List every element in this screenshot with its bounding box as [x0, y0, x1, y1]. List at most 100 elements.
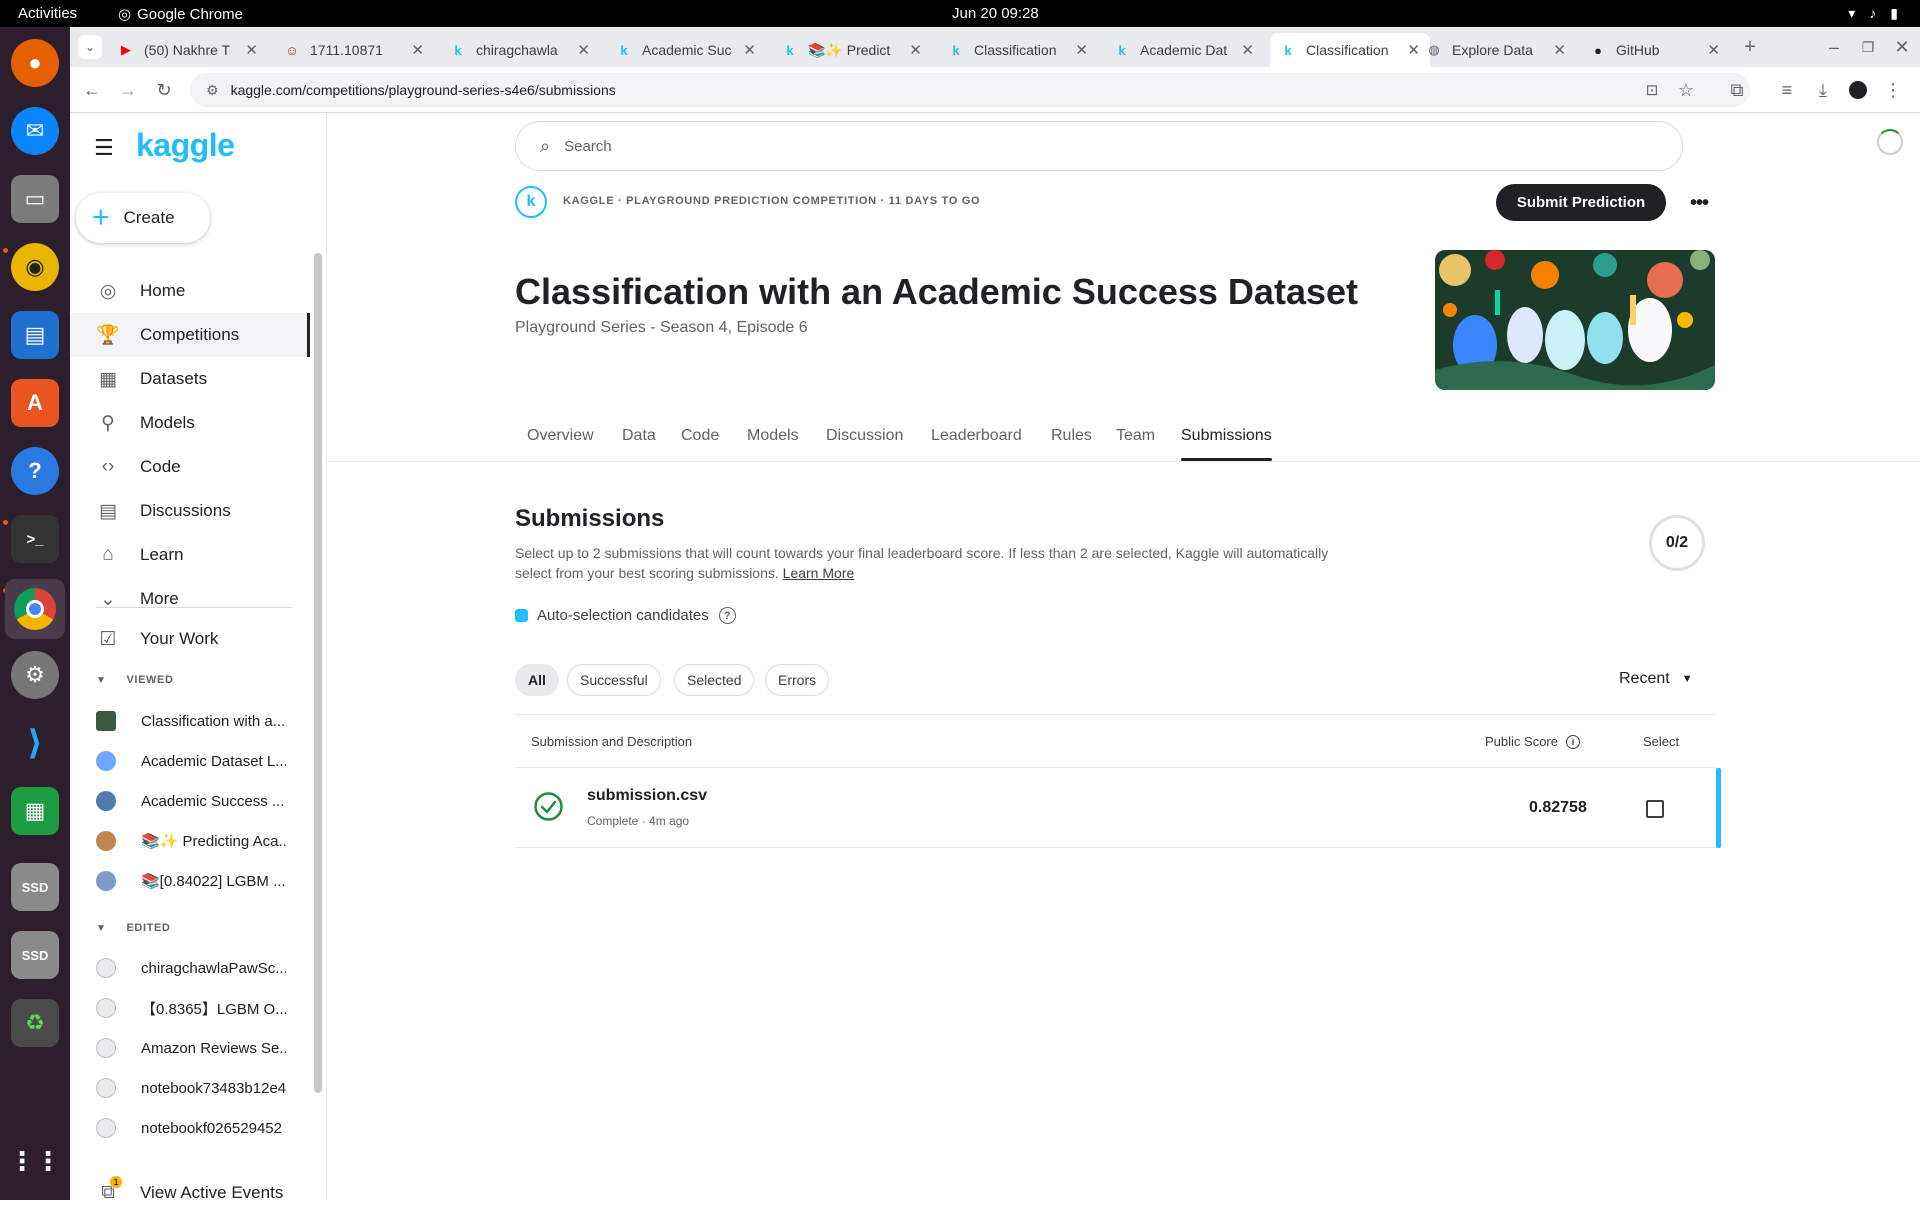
profile-progress-icon[interactable]: [1877, 129, 1903, 155]
more-options-icon[interactable]: •••: [1684, 188, 1714, 218]
trash-icon[interactable]: ♻: [11, 999, 59, 1047]
browser-tab[interactable]: ◍ Explore Data ✕: [1416, 33, 1576, 67]
chrome-dock-icon[interactable]: [5, 579, 65, 639]
tab-team[interactable]: Team: [1116, 427, 1155, 445]
restore-icon[interactable]: ❐: [1856, 35, 1880, 59]
close-tab-icon[interactable]: ✕: [1241, 41, 1254, 59]
viewed-item[interactable]: Academic Dataset L...: [96, 746, 316, 776]
tab-overview[interactable]: Overview: [527, 427, 594, 445]
filter-chip-all[interactable]: All: [515, 664, 559, 696]
sidebar-item-discussions[interactable]: ▤ Discussions: [70, 489, 310, 533]
close-tab-icon[interactable]: ✕: [577, 41, 590, 59]
browser-tab[interactable]: k 📚✨ Predict ✕: [772, 33, 932, 67]
extensions-icon[interactable]: ⧉: [1725, 78, 1749, 102]
edited-item[interactable]: 【0.8365】LGBM O...: [96, 993, 316, 1023]
close-window-icon[interactable]: ✕: [1890, 35, 1914, 59]
browser-tab[interactable]: k Academic Suc ✕: [606, 33, 766, 67]
submit-prediction-button[interactable]: Submit Prediction: [1496, 184, 1666, 221]
install-app-icon[interactable]: ⊡: [1640, 78, 1664, 102]
viewed-item[interactable]: Academic Success ...: [96, 786, 316, 816]
vscode-icon[interactable]: ⟩: [11, 719, 59, 767]
viewed-section-header[interactable]: ▼ VIEWED: [96, 674, 174, 686]
tab-leaderboard[interactable]: Leaderboard: [931, 427, 1022, 445]
ssd-drive-icon[interactable]: SSD: [11, 931, 59, 979]
help-icon[interactable]: ?: [718, 607, 736, 624]
close-tab-icon[interactable]: ✕: [245, 41, 258, 59]
viewed-item[interactable]: Classification with a...: [96, 706, 316, 736]
browser-tab[interactable]: k Classification ✕: [938, 33, 1098, 67]
sidebar-item-competitions[interactable]: 🏆 Competitions: [70, 313, 310, 357]
browser-tab[interactable]: ● GitHub ✕: [1580, 33, 1730, 67]
info-icon[interactable]: i: [1565, 734, 1580, 749]
select-checkbox[interactable]: [1646, 800, 1664, 818]
tab-submissions[interactable]: Submissions: [1181, 427, 1272, 461]
browser-tab[interactable]: k chiragchawla ✕: [440, 33, 600, 67]
kaggle-logo[interactable]: kaggle: [136, 127, 235, 164]
sidebar-item-more[interactable]: ⌄ More: [70, 577, 310, 621]
tab-rules[interactable]: Rules: [1051, 427, 1092, 445]
address-bar[interactable]: ⚙ kaggle.com/competitions/playground-ser…: [190, 73, 1750, 107]
tab-code[interactable]: Code: [681, 427, 719, 445]
search-input[interactable]: ⌕ Search: [515, 121, 1683, 171]
site-info-icon[interactable]: ⚙: [206, 82, 219, 99]
system-tray[interactable]: ▾ ♪ ▮: [1848, 5, 1898, 22]
viewed-item[interactable]: 📚[0.84022] LGBM ...: [96, 866, 316, 896]
filter-chip-successful[interactable]: Successful: [567, 664, 661, 696]
edited-item[interactable]: notebook73483b12e4: [96, 1073, 316, 1103]
sidebar-item-code[interactable]: ‹› Code: [70, 445, 310, 489]
thunderbird-icon[interactable]: ✉: [11, 107, 59, 155]
hamburger-menu-icon[interactable]: ☰: [94, 135, 114, 161]
show-apps-icon[interactable]: ⋮⋮: [9, 1137, 61, 1185]
submission-filename[interactable]: submission.csv: [587, 787, 707, 805]
sidebar-item-models[interactable]: ⚲ Models: [70, 401, 310, 445]
ssd-drive-icon[interactable]: SSD: [11, 863, 59, 911]
filter-chip-selected[interactable]: Selected: [674, 664, 755, 696]
activities-button[interactable]: Activities: [18, 5, 77, 22]
writer-icon[interactable]: ▤: [11, 311, 59, 359]
filter-chip-errors[interactable]: Errors: [765, 664, 830, 696]
bookmark-star-icon[interactable]: ☆: [1674, 78, 1698, 102]
sidebar-item-datasets[interactable]: ▦ Datasets: [70, 357, 310, 401]
tab-search-icon[interactable]: ⌄: [78, 35, 102, 59]
edited-item[interactable]: Amazon Reviews Se...: [96, 1033, 316, 1063]
help-icon[interactable]: ?: [11, 447, 59, 495]
close-tab-icon[interactable]: ✕: [411, 41, 424, 59]
close-tab-icon[interactable]: ✕: [909, 41, 922, 59]
sort-dropdown[interactable]: Recent ▼: [1619, 670, 1693, 688]
app-center-icon[interactable]: A: [11, 379, 59, 427]
forward-icon[interactable]: →: [116, 78, 140, 102]
terminal-icon[interactable]: >_: [11, 515, 59, 563]
tab-discussion[interactable]: Discussion: [826, 427, 903, 445]
viewed-item[interactable]: 📚✨ Predicting Aca...: [96, 826, 316, 856]
close-tab-icon[interactable]: ✕: [743, 41, 756, 59]
kaggle-host-logo[interactable]: k: [515, 186, 547, 218]
browser-tab[interactable]: k Academic Dat ✕: [1104, 33, 1264, 67]
new-tab-icon[interactable]: +: [1738, 35, 1762, 59]
sidebar-item-learn[interactable]: ⌂ Learn: [70, 533, 310, 577]
close-tab-icon[interactable]: ✕: [1075, 41, 1088, 59]
table-row[interactable]: submission.csv Complete · 4m ago 0.82758: [515, 768, 1715, 848]
sidebar-scrollbar[interactable]: [314, 253, 322, 1093]
browser-tab[interactable]: ☺ 1711.10871 ✕: [274, 33, 434, 67]
close-tab-icon[interactable]: ✕: [1707, 41, 1720, 59]
reload-icon[interactable]: ↻: [152, 78, 176, 102]
tab-models[interactable]: Models: [747, 427, 799, 445]
active-app-menu[interactable]: ◎ Google Chrome: [118, 5, 243, 24]
profile-avatar-icon[interactable]: [1846, 78, 1870, 102]
media-controls-icon[interactable]: ≡: [1775, 78, 1799, 102]
sidebar-item-home[interactable]: ◎ Home: [70, 269, 310, 313]
view-active-events[interactable]: ⧉ 1 View Active Events: [70, 1171, 310, 1215]
files-icon[interactable]: ▭: [11, 175, 59, 223]
learn-more-link[interactable]: Learn More: [783, 565, 855, 581]
create-button[interactable]: + Create: [76, 193, 210, 243]
back-icon[interactable]: ←: [80, 78, 104, 102]
clock[interactable]: Jun 20 09:28: [952, 5, 1039, 22]
browser-tab[interactable]: k Classification ✕: [1270, 33, 1430, 67]
sidebar-item-your-work[interactable]: ☑ Your Work: [70, 617, 310, 661]
downloads-icon[interactable]: ⤓: [1811, 78, 1835, 102]
close-tab-icon[interactable]: ✕: [1553, 41, 1566, 59]
firefox-icon[interactable]: ●: [11, 39, 59, 87]
edited-item[interactable]: notebookf026529452: [96, 1113, 316, 1143]
tab-data[interactable]: Data: [622, 427, 656, 445]
browser-tab[interactable]: ▶ (50) Nakhre T ✕: [108, 33, 268, 67]
